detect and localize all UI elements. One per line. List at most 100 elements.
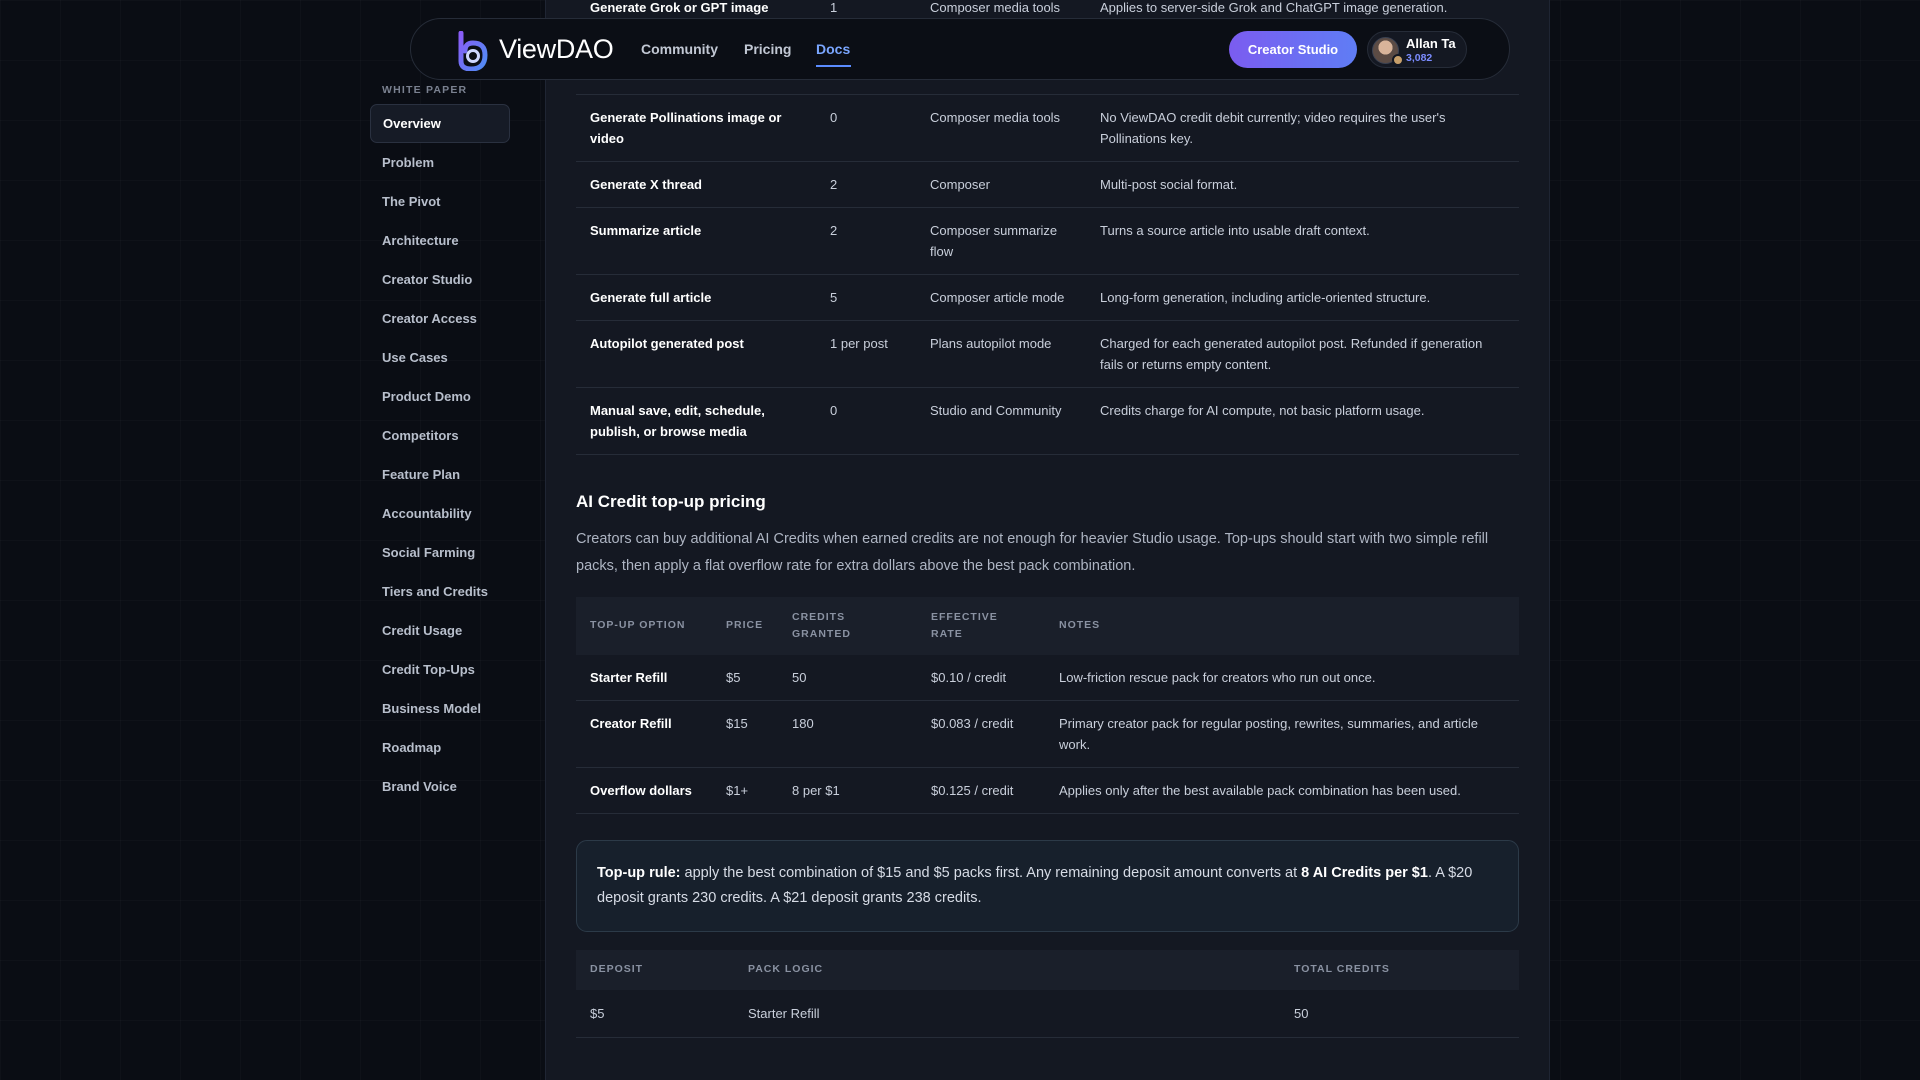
credits-cell: 0: [816, 387, 916, 455]
price-cell: $15: [712, 700, 778, 768]
callout-text: apply the best combination of $15 and $5…: [680, 864, 1302, 881]
sidebar-item-the-pivot[interactable]: The Pivot: [370, 182, 510, 221]
credits-cell: 0: [816, 94, 916, 162]
sidebar-item-feature-plan[interactable]: Feature Plan: [370, 455, 510, 494]
credits-cell: 1 per post: [816, 320, 916, 388]
operation-cell: Manual save, edit, schedule, publish, or…: [576, 387, 816, 455]
column-header: TOTAL CREDITS: [1294, 963, 1390, 975]
nav-link-pricing[interactable]: Pricing: [744, 41, 791, 57]
column-header: EFFECTIVE RATE: [931, 610, 998, 640]
sidebar-item-architecture[interactable]: Architecture: [370, 221, 510, 260]
top-navbar: ViewDAO Community Pricing Docs Creator S…: [410, 18, 1510, 80]
user-menu[interactable]: Allan Ta 3,082: [1367, 31, 1467, 68]
sidebar-list: Overview Problem The Pivot Architecture Crea…: [370, 104, 510, 806]
user-name: Allan Ta: [1406, 36, 1456, 51]
section-title: AI Credit top-up pricing: [576, 491, 766, 511]
pack-logic-cell: Starter Refill: [734, 989, 1280, 1038]
where-cell: Composer summarize flow: [916, 207, 1086, 275]
sidebar-item-problem[interactable]: Problem: [370, 143, 510, 182]
table-row: Generate Pollinations image or video 0 Com…: [576, 94, 1519, 162]
table-row: Manual save, edit, schedule, publish, or…: [576, 387, 1519, 455]
notes-cell: Applies only after the best available pa…: [1045, 767, 1519, 814]
sidebar-item-creator-studio[interactable]: Creator Studio: [370, 260, 510, 299]
rate-cell: $0.10 / credit: [917, 654, 1045, 701]
price-cell: $1+: [712, 767, 778, 814]
total-credits-cell: 50: [1280, 989, 1519, 1038]
sidebar-item-tiers-and-credits[interactable]: Tiers and Credits: [370, 572, 510, 611]
table-row: Autopilot generated post 1 per post Plans …: [576, 320, 1519, 388]
operation-cell: Autopilot generated post: [576, 320, 816, 388]
column-header: PACK LOGIC: [748, 963, 824, 975]
active-nav-indicator: [816, 65, 851, 67]
main-content: Generate Grok or GPT image 1 Composer medi…: [576, 0, 1519, 1038]
sidebar-item-use-cases[interactable]: Use Cases: [370, 338, 510, 377]
notes-cell: Credits charge for AI compute, not basic…: [1086, 387, 1519, 455]
operation-cell: Generate Pollinations image or video: [576, 94, 816, 162]
where-cell: Composer: [916, 161, 1086, 208]
table-row: $5 Starter Refill 50: [576, 989, 1519, 1038]
where-cell: Composer media tools: [916, 94, 1086, 162]
nav-link-docs[interactable]: Docs: [816, 41, 850, 57]
operation-cell: Generate X thread: [576, 161, 816, 208]
where-cell: Composer article mode: [916, 274, 1086, 321]
sidebar-item-credit-top-ups[interactable]: Credit Top-Ups: [370, 650, 510, 689]
operation-cell: Generate full article: [576, 274, 816, 321]
sidebar-item-credit-usage[interactable]: Credit Usage: [370, 611, 510, 650]
sidebar-item-product-demo[interactable]: Product Demo: [370, 377, 510, 416]
option-cell: Creator Refill: [576, 700, 712, 768]
column-header: TOP-UP OPTION: [590, 619, 686, 631]
table-row: Starter Refill $5 50 $0.10 / credit Low-fric…: [576, 654, 1519, 701]
credits-cell: 2: [816, 161, 916, 208]
where-cell: Studio and Community: [916, 387, 1086, 455]
column-header: CREDITS GRANTED: [792, 610, 851, 640]
table-row: Creator Refill $15 180 $0.083 / credit Prima…: [576, 700, 1519, 768]
column-header: DEPOSIT: [590, 963, 644, 975]
table-row: Generate full article 5 Composer article m…: [576, 274, 1519, 321]
user-credit-balance: 3,082: [1406, 52, 1433, 64]
coin-badge-icon: [1392, 54, 1404, 66]
viewdao-logo-icon[interactable]: [455, 31, 491, 71]
credits-cell: 2: [816, 207, 916, 275]
column-header: NOTES: [1059, 619, 1101, 631]
notes-cell: Multi-post social format.: [1086, 161, 1519, 208]
sidebar: WHITE PAPER Overview Problem The Pivot Arch…: [370, 84, 510, 806]
sidebar-heading: WHITE PAPER: [382, 84, 468, 96]
sidebar-item-accountability[interactable]: Accountability: [370, 494, 510, 533]
rate-cell: $0.083 / credit: [917, 700, 1045, 768]
rate-cell: $0.125 / credit: [917, 767, 1045, 814]
notes-cell: Primary creator pack for regular posting…: [1045, 700, 1519, 768]
sidebar-item-brand-voice[interactable]: Brand Voice: [370, 767, 510, 806]
sidebar-item-overview[interactable]: Overview: [370, 104, 510, 143]
sidebar-item-roadmap[interactable]: Roadmap: [370, 728, 510, 767]
option-cell: Overflow dollars: [576, 767, 712, 814]
table-row: Generate X thread 2 Composer Multi-post soc…: [576, 161, 1519, 208]
option-cell: Starter Refill: [576, 654, 712, 701]
topup-rule-callout: Top-up rule: apply the best combination …: [576, 839, 1519, 932]
notes-cell: No ViewDAO credit debit currently; video…: [1086, 94, 1519, 162]
sidebar-item-business-model[interactable]: Business Model: [370, 689, 510, 728]
notes-cell: Low-friction rescue pack for creators wh…: [1045, 654, 1519, 701]
column-header: PRICE: [726, 619, 764, 631]
credits-cell: 180: [778, 700, 917, 768]
creator-studio-button[interactable]: Creator Studio: [1229, 31, 1357, 68]
table-header-row: DEPOSIT PACK LOGIC TOTAL CREDITS: [576, 949, 1519, 990]
operation-cell: Summarize article: [576, 207, 816, 275]
section-description: Creators can buy additional AI Credits w…: [576, 530, 1489, 574]
notes-cell: Long-form generation, including article-…: [1086, 274, 1519, 321]
callout-label: Top-up rule:: [597, 864, 681, 881]
brand-name[interactable]: ViewDAO: [499, 34, 614, 65]
notes-cell: Charged for each generated autopilot pos…: [1086, 320, 1519, 388]
callout-highlight: 8 AI Credits per $1: [1301, 864, 1428, 881]
where-cell: Plans autopilot mode: [916, 320, 1086, 388]
credits-cell: 8 per $1: [778, 767, 917, 814]
price-cell: $5: [712, 654, 778, 701]
notes-cell: Turns a source article into usable draft…: [1086, 207, 1519, 275]
table-row: Summarize article 2 Composer summarize flo…: [576, 207, 1519, 275]
sidebar-item-creator-access[interactable]: Creator Access: [370, 299, 510, 338]
sidebar-item-social-farming[interactable]: Social Farming: [370, 533, 510, 572]
sidebar-item-competitors[interactable]: Competitors: [370, 416, 510, 455]
credits-cell: 50: [778, 654, 917, 701]
table-row: Overflow dollars $1+ 8 per $1 $0.125 / cred…: [576, 767, 1519, 814]
nav-link-community[interactable]: Community: [641, 41, 718, 57]
deposit-cell: $5: [576, 989, 734, 1038]
